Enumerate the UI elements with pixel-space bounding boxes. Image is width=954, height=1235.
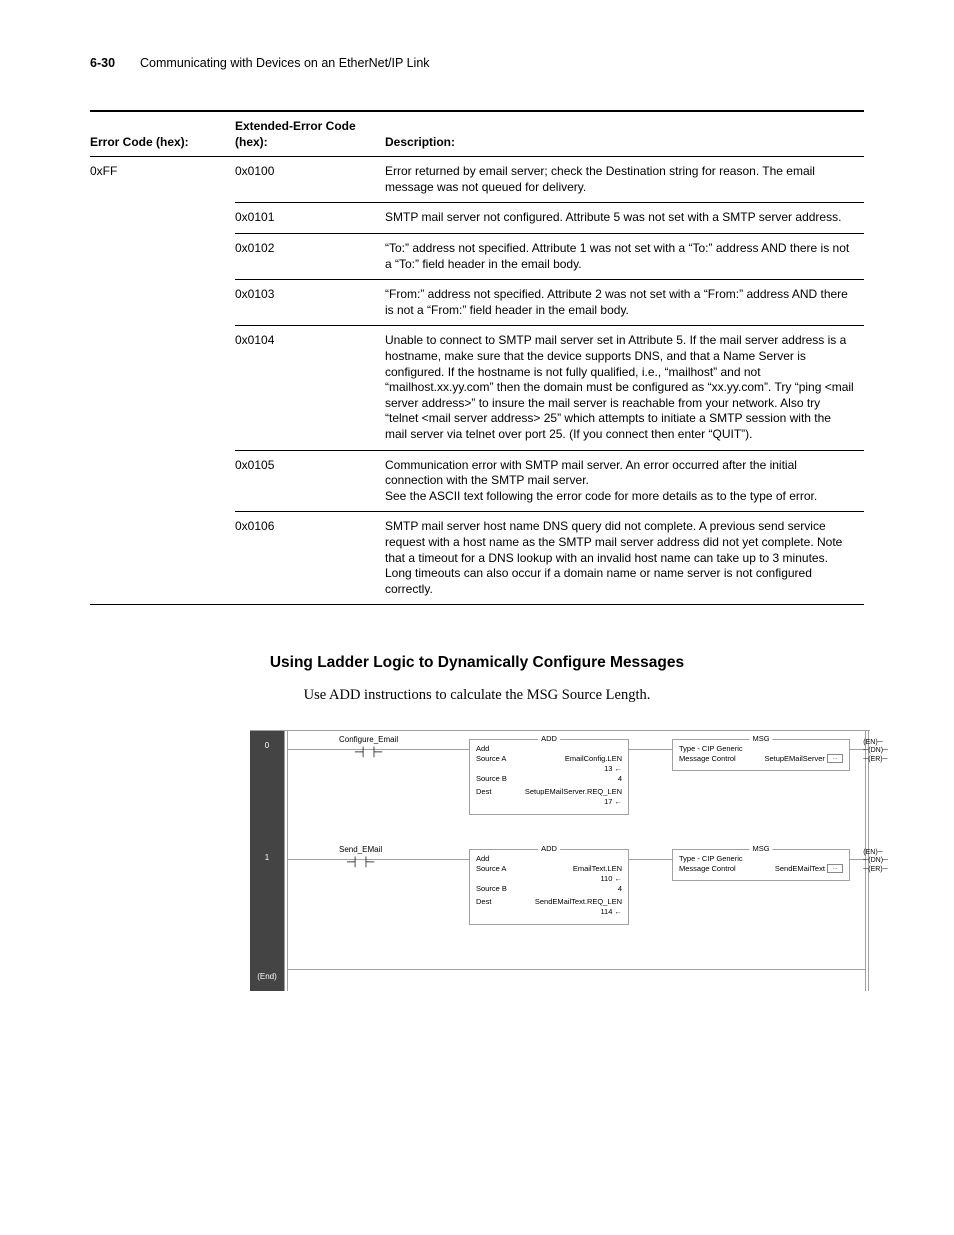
ext-code-cell: 0x0101: [235, 203, 385, 234]
ext-code-cell: 0x0105: [235, 450, 385, 512]
block-line: SetupEMailServer: [764, 754, 824, 763]
ext-code-cell: 0x0106: [235, 512, 385, 605]
block-line: Source B: [476, 774, 507, 784]
block-line: Source A: [476, 754, 506, 764]
ext-code-cell: 0x0103: [235, 280, 385, 326]
table-row: 0x0102“To:” address not specified. Attri…: [90, 234, 864, 280]
out-er: (ER): [868, 866, 882, 873]
out-en: (EN): [863, 739, 877, 746]
desc-cell: Error returned by email server; check th…: [385, 157, 864, 203]
table-row: 0x0105Communication error with SMTP mail…: [90, 450, 864, 512]
block-line: 17: [604, 797, 612, 806]
block-title: ADD: [538, 844, 560, 854]
rung-number: 0: [250, 741, 284, 752]
block-line: SendEMailText.REQ_LEN: [535, 897, 622, 907]
block-line: 4: [618, 884, 622, 894]
rung-end: [284, 951, 870, 991]
add-block: ADD Add Source AEmailConfig.LEN 13 ← Sou…: [469, 739, 629, 815]
page-header: 6-30 Communicating with Devices on an Et…: [90, 55, 864, 72]
block-line: Dest: [476, 787, 491, 797]
error-code-cell: 0xFF: [90, 157, 235, 203]
error-code-table: Error Code (hex): Extended-Error Code (h…: [90, 110, 864, 605]
col-error-code: Error Code (hex):: [90, 111, 235, 157]
col-description: Description:: [385, 111, 864, 157]
out-dn: (DN): [868, 747, 883, 754]
rung-0: Configure_Email─┤ ├─ ADD Add Source A Ema…: [284, 731, 870, 841]
out-dn: (DN): [868, 857, 883, 864]
block-line: Dest: [476, 897, 491, 907]
block-line: SendEMailText: [775, 864, 825, 873]
ext-code-cell: 0x0104: [235, 326, 385, 450]
block-line: Source B: [476, 884, 507, 894]
block-line: EmailText.LEN: [573, 864, 622, 874]
block-line: Source A: [476, 864, 506, 874]
ladder-diagram: 0 1 (End) Configure_Email─┤ ├─ ADD Add S…: [250, 730, 870, 991]
out-er: (ER): [868, 756, 882, 763]
xic-contact: Configure_Email─┤ ├─: [339, 735, 398, 759]
table-row: 0x0103“From:” address not specified. Att…: [90, 280, 864, 326]
rung-number: 1: [250, 853, 284, 864]
table-row: 0xFF0x0100Error returned by email server…: [90, 157, 864, 203]
add-block: ADD Add Source AEmailText.LEN 110 ← Sour…: [469, 849, 629, 925]
block-line: 4: [618, 774, 622, 784]
ext-code-cell: 0x0102: [235, 234, 385, 280]
table-row: 0x0101SMTP mail server not configured. A…: [90, 203, 864, 234]
block-title: MSG: [749, 844, 772, 854]
block-line: Type - CIP Generic: [679, 854, 743, 864]
block-line: Message Control: [679, 864, 736, 874]
desc-cell: “From:” address not specified. Attribute…: [385, 280, 864, 326]
block-line: Add: [476, 744, 622, 754]
header-title: Communicating with Devices on an EtherNe…: [140, 55, 430, 72]
block-line: Type - CIP Generic: [679, 744, 743, 754]
wire: [287, 969, 866, 970]
rung-end-label: (End): [250, 972, 284, 983]
out-en: (EN): [863, 849, 877, 856]
block-line: 110: [600, 874, 612, 883]
section: Using Ladder Logic to Dynamically Config…: [90, 653, 864, 705]
ellipsis-button-icon[interactable]: ...: [827, 864, 843, 873]
desc-cell: SMTP mail server not configured. Attribu…: [385, 203, 864, 234]
block-line: EmailConfig.LEN: [565, 754, 622, 764]
ellipsis-button-icon[interactable]: ...: [827, 754, 843, 763]
desc-cell: Communication error with SMTP mail serve…: [385, 450, 864, 512]
table-row: 0x0106SMTP mail server host name DNS que…: [90, 512, 864, 605]
page-number: 6-30: [90, 55, 115, 72]
msg-block: MSG Type - CIP Generic Message ControlSe…: [672, 739, 850, 771]
rung-outputs: (EN)──(DN)──(ER)─: [863, 849, 888, 874]
block-line: Message Control: [679, 754, 736, 764]
block-line: Add: [476, 854, 622, 864]
xic-symbol-icon: ─┤ ├─: [339, 747, 398, 759]
section-heading: Using Ladder Logic to Dynamically Config…: [90, 653, 864, 674]
xic-contact: Send_EMail─┤ ├─: [339, 845, 382, 869]
block-title: MSG: [749, 734, 772, 744]
section-body: Use ADD instructions to calculate the MS…: [90, 686, 864, 706]
xic-symbol-icon: ─┤ ├─: [339, 857, 382, 869]
block-line: 114: [600, 907, 612, 916]
msg-block: MSG Type - CIP Generic Message ControlSe…: [672, 849, 850, 881]
desc-cell: Unable to connect to SMTP mail server se…: [385, 326, 864, 450]
xic-label: Configure_Email: [339, 735, 398, 746]
rung-1: Send_EMail─┤ ├─ ADD Add Source A EmailTex…: [284, 841, 870, 951]
block-title: ADD: [538, 734, 560, 744]
xic-label: Send_EMail: [339, 845, 382, 856]
block-line: SetupEMailServer.REQ_LEN: [525, 787, 622, 797]
desc-cell: “To:” address not specified. Attribute 1…: [385, 234, 864, 280]
table-row: 0x0104Unable to connect to SMTP mail ser…: [90, 326, 864, 450]
desc-cell: SMTP mail server host name DNS query did…: [385, 512, 864, 605]
col-ext-error: Extended-Error Code (hex):: [235, 111, 385, 157]
rung-outputs: (EN)──(DN)──(ER)─: [863, 739, 888, 764]
ladder-gutter: 0 1 (End): [250, 731, 284, 991]
block-line: 13: [604, 764, 612, 773]
ext-code-cell: 0x0100: [235, 157, 385, 203]
